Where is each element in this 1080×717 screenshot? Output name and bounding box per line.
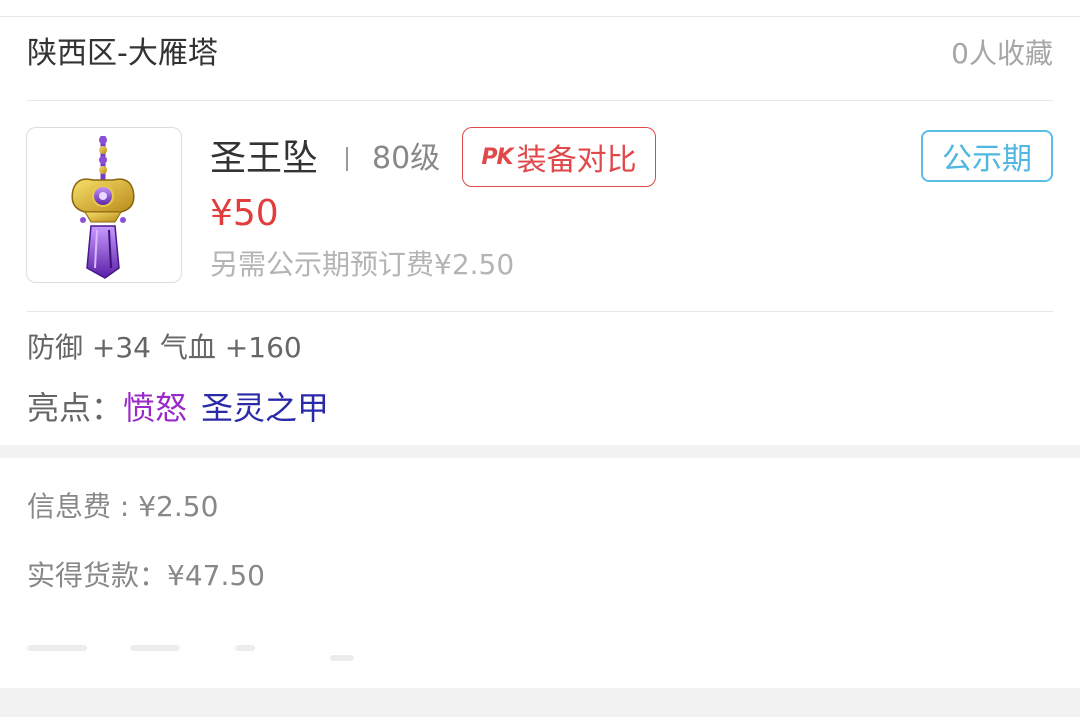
highlights-row: 亮点：愤怒 圣灵之甲 bbox=[27, 387, 329, 429]
net-amount: 实得货款：¥47.50 bbox=[27, 559, 265, 592]
faded-text-remnant bbox=[130, 645, 180, 651]
faded-text-remnant bbox=[27, 645, 87, 651]
item-attributes: 防御 +34 气血 +160 bbox=[27, 331, 302, 364]
favorite-count[interactable]: 0人收藏 bbox=[951, 34, 1053, 74]
item-name[interactable]: 圣王坠 bbox=[210, 137, 318, 181]
highlight-tag: 圣灵之甲 bbox=[201, 389, 330, 427]
highlight-tag: 愤怒 bbox=[123, 389, 188, 427]
highlights-label: 亮点： bbox=[27, 389, 124, 427]
item-level: 80级 bbox=[372, 141, 441, 176]
pk-compare-button[interactable]: PK 装备对比 bbox=[462, 127, 656, 187]
top-strip bbox=[0, 0, 1080, 17]
info-fee: 信息费 : ¥2.50 bbox=[27, 490, 219, 523]
divider bbox=[27, 100, 1053, 101]
purple-gold-pendant-icon bbox=[71, 136, 135, 279]
faded-text-remnant bbox=[235, 645, 255, 651]
divider bbox=[27, 311, 1053, 312]
faded-text-remnant bbox=[330, 655, 354, 661]
status-badge[interactable]: 公示期 bbox=[921, 130, 1053, 182]
item-thumbnail[interactable] bbox=[26, 127, 182, 283]
pk-icon: PK bbox=[481, 144, 513, 170]
server-name: 陕西区-大雁塔 bbox=[27, 36, 218, 71]
name-separator bbox=[346, 147, 348, 171]
reservation-fee-note: 另需公示期预订费¥2.50 bbox=[210, 248, 515, 281]
pk-compare-label: 装备对比 bbox=[516, 143, 637, 178]
item-price: ¥50 bbox=[210, 193, 279, 234]
